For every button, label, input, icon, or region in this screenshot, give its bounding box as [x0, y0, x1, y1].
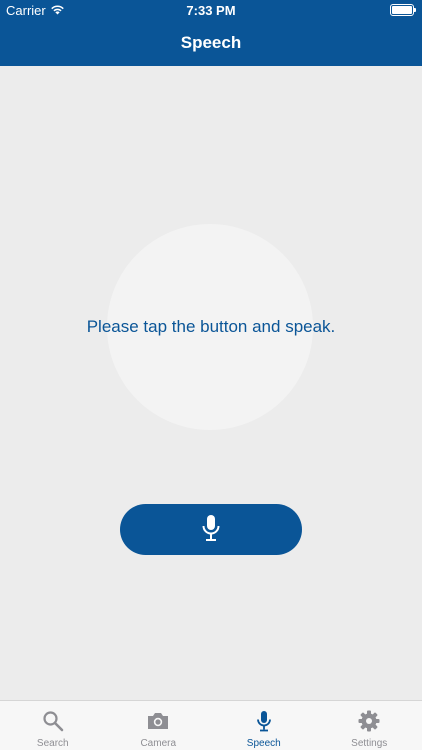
status-time: 7:33 PM: [186, 3, 236, 18]
tab-label-camera: Camera: [140, 738, 177, 749]
search-icon: [42, 710, 64, 732]
tab-label-speech: Speech: [246, 738, 281, 749]
tab-label-search: Search: [36, 738, 69, 749]
tab-search[interactable]: Search: [0, 701, 106, 750]
gear-icon: [358, 710, 380, 732]
tab-label-settings: Settings: [351, 738, 388, 749]
microphone-icon: [256, 710, 272, 732]
tab-settings[interactable]: Settings: [317, 701, 422, 750]
camera-icon: [146, 710, 170, 732]
page-title: Speech: [180, 33, 242, 52]
status-right: [390, 4, 416, 16]
tab-speech[interactable]: Speech: [211, 701, 317, 750]
tab-camera[interactable]: Camera: [106, 701, 212, 750]
record-speech-button[interactable]: [120, 504, 302, 555]
speech-content: Please tap the button and speak.: [0, 66, 422, 700]
microphone-icon: [201, 514, 221, 545]
speech-prompt: Please tap the button and speak.: [86, 317, 336, 336]
status-bar: Carrier 7:33 PM: [0, 0, 422, 22]
battery-icon: [390, 4, 416, 16]
top-bar: Carrier 7:33 PM Speech: [0, 0, 422, 66]
tab-bar: Search Camera Speech Settings: [0, 700, 422, 750]
